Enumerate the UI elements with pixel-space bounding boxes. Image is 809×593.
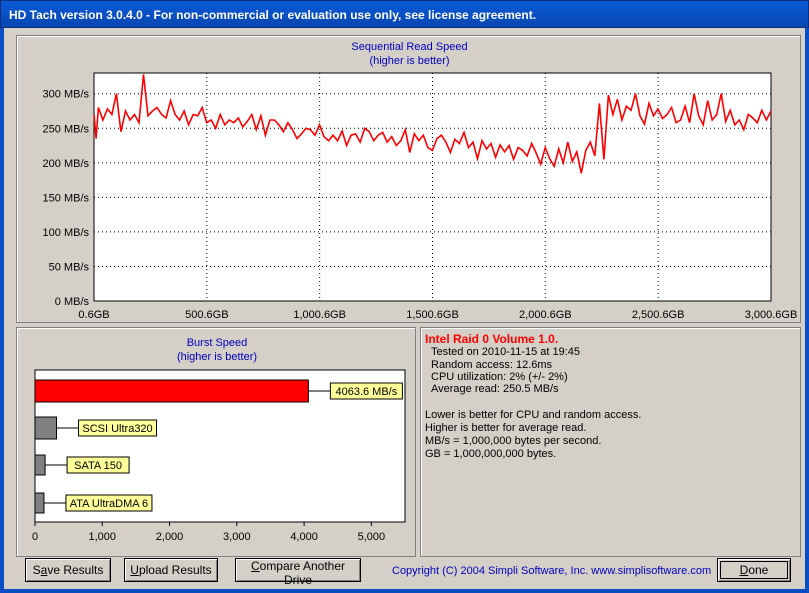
burst-x-tick-label: 3,000 [223,531,251,543]
burst-bar-label: ATA UltraDMA 6 [70,498,148,510]
burst-x-tick-label: 4,000 [290,531,318,543]
compare-another-drive-button[interactable]: Compare Another Drive [235,558,361,587]
burst-bar-label: SATA 150 [74,460,122,472]
copyright-text: Copyright (C) 2004 Simpli Software, Inc.… [392,565,712,577]
tested-date: Tested on 2010-11-15 at 19:45 [431,346,581,358]
burst-bar [34,454,46,476]
upload-results-button[interactable]: Upload Results [124,558,218,582]
seq-x-tick-label: 2,000.6GB [519,309,572,321]
burst-x-tick-label: 2,000 [156,531,184,543]
note-lower-better: Lower is better for CPU and random acces… [425,409,642,421]
random-access: Random access: 12.6ms [431,359,553,371]
burst-bar-label: 4063.6 MB/s [335,386,397,398]
done-button[interactable]: Done [717,558,791,582]
seq-x-tick-label: 3,000.6GB [745,309,798,321]
compare-label-b: C [250,559,260,573]
note-gb-definition: GB = 1,000,000,000 bytes. [425,448,557,460]
drive-name: Intel Raid 0 Volume 1.0. [425,332,559,346]
burst-x-tick-label: 1,000 [89,531,117,543]
burst-speed-chart: 0 1,000 2,000 3,000 4,000 5,000 4063.6 MB/s SCS… [32,369,406,543]
burst-bar [34,416,58,440]
drive-info-panel: Intel Raid 0 Volume 1.0. Tested on 2010-… [420,327,801,557]
burst-x-tick-label: 0 [32,531,38,543]
done-label-c: one [748,563,769,577]
burst-bar-label: SCSI Ultra320 [82,423,152,435]
save-results-button[interactable]: Save Results [25,558,111,582]
cpu-utilization: CPU utilization: 2% (+/- 2%) [431,371,568,383]
seq-x-tick-label: 2,500.6GB [632,309,685,321]
upload-results-label-b: U [130,563,139,577]
done-label-b: D [739,563,749,577]
average-read: Average read: 250.5 MB/s [431,383,559,395]
note-mbs-definition: MB/s = 1,000,000 bytes per second. [425,435,602,447]
upload-results-label-c: pload Results [138,563,212,577]
save-results-label-c: ve Results [47,563,104,577]
burst-x-tick-label: 5,000 [358,531,386,543]
save-results-label-a: S [32,563,41,577]
burst-bar [34,379,309,403]
note-higher-better: Higher is better for average read. [425,422,587,434]
burst-bar [34,492,45,514]
